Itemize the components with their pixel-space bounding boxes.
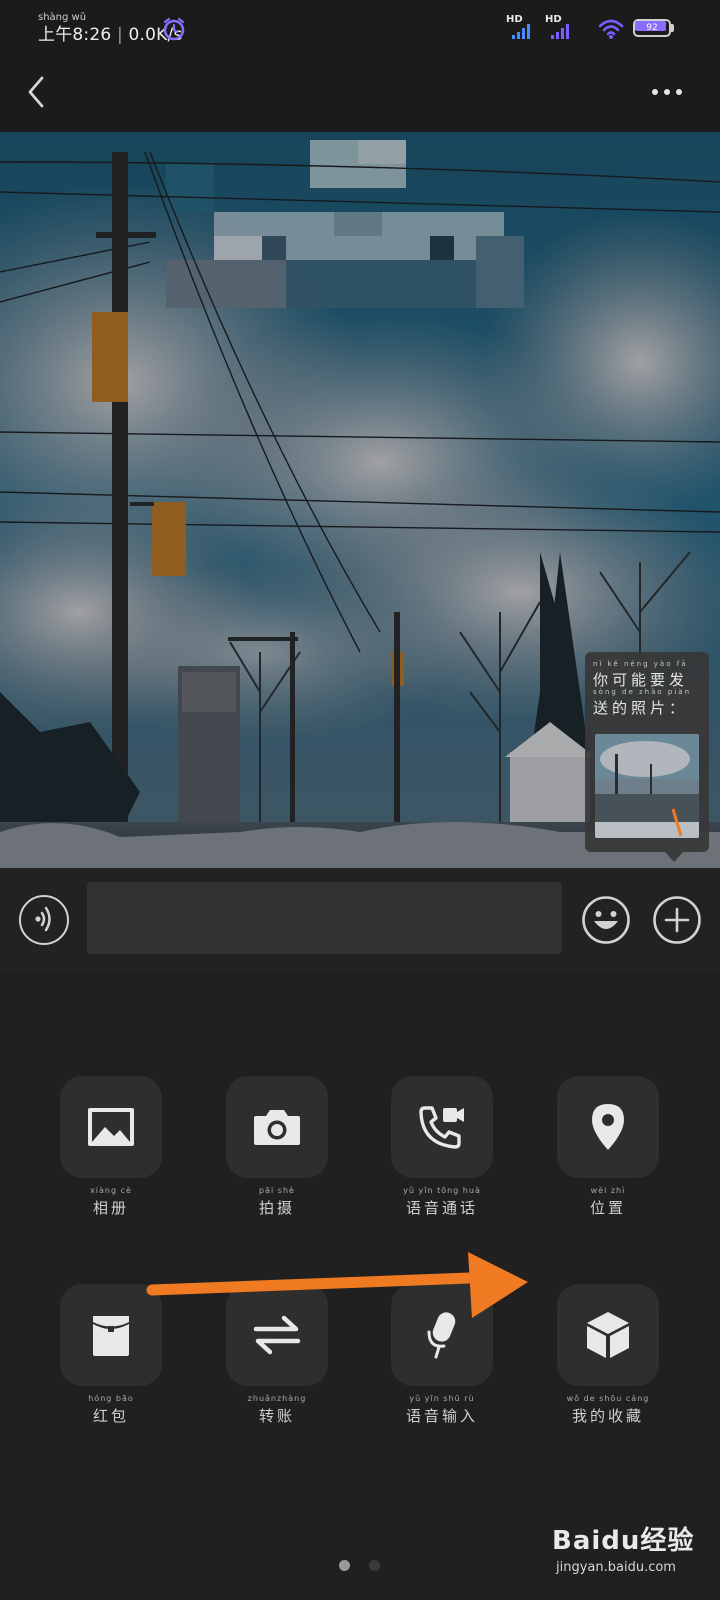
fn-voice-call-pinyin: yǔ yīn tōng huà [403,1186,481,1195]
fn-voice-input-label: 语音输入 [405,1407,478,1425]
emoji-button[interactable] [581,895,631,945]
favorites-tile[interactable] [557,1284,659,1386]
fn-transfer-pinyin: zhuǎnzhàng [247,1394,307,1403]
page-dot [369,1560,380,1571]
voice-icon [35,906,51,932]
fn-voice-input[interactable]: yǔ yīn shū rù 语音输入 [391,1284,493,1425]
chevron-left-icon [28,76,44,108]
fn-favorites[interactable]: wǒ de shōu cáng 我的收藏 [557,1284,659,1425]
alarm-icon [161,16,187,42]
more-horizontal-icon [652,89,682,95]
fn-voice-call-label: 语音通话 [405,1199,478,1217]
image-icon [88,1108,134,1146]
message-text-input[interactable] [87,882,562,954]
function-panel: xiàng cè 相册 pāi shè 拍摄 yǔ yīn tōng huà 语… [0,972,720,1600]
fn-favorites-pinyin: wǒ de shōu cáng [566,1394,650,1403]
album-tile[interactable] [60,1076,162,1178]
location-tile[interactable] [557,1076,659,1178]
favorites-box-icon [587,1312,629,1358]
message-input-bar [0,868,720,972]
fn-voice-input-pinyin: yǔ yīn shū rù [409,1394,475,1403]
voice-button[interactable] [19,895,69,945]
fn-favorites-label: 我的收藏 [571,1407,644,1425]
wifi-icon [598,18,624,40]
camera-icon [254,1110,300,1145]
fn-transfer[interactable]: zhuǎnzhàng 转账 [226,1284,328,1425]
battery-level: 92 [646,23,658,33]
watermark-site: jingyan.baidu.com [556,1560,676,1575]
red-packet-tile[interactable] [60,1284,162,1386]
transfer-icon [253,1315,301,1355]
fn-red-packet[interactable]: hóng bāo 红包 [60,1284,162,1425]
suggested-photo-thumbnail[interactable] [595,734,699,838]
chat-header [0,56,720,132]
fn-album-label: 相册 [92,1199,129,1217]
transfer-tile[interactable] [226,1284,328,1386]
sim2-signal-icon: HD [545,14,573,39]
fn-transfer-label: 转账 [258,1407,295,1425]
suggested-photo-popup[interactable]: nǐ kě néng yào fā 你可能要发 sòng de zhào pià… [585,652,709,862]
fn-location-label: 位置 [589,1199,626,1217]
voice-call-tile[interactable] [391,1076,493,1178]
suggestion-line-2: 送的照片： [593,699,689,717]
microphone-icon [427,1312,456,1359]
fn-album[interactable]: xiàng cè 相册 [60,1076,162,1217]
plus-icon [653,896,701,944]
voice-input-tile[interactable] [391,1284,493,1386]
camera-tile[interactable] [226,1076,328,1178]
fn-red-packet-label: 红包 [92,1407,129,1425]
page-dot-active [339,1560,350,1571]
location-icon [592,1104,624,1150]
baidu-watermark: Baidu经验 jingyan.baidu.com [552,1520,712,1590]
chat-background-photo: nǐ kě néng yào fā 你可能要发 sòng de zhào pià… [0,132,720,868]
fn-voice-call[interactable]: yǔ yīn tōng huà 语音通话 [391,1076,493,1217]
fn-album-pinyin: xiàng cè [90,1186,132,1195]
fn-location[interactable]: wèi zhì 位置 [557,1076,659,1217]
fn-camera-pinyin: pāi shè [259,1186,295,1195]
fn-red-packet-pinyin: hóng bāo [88,1394,134,1403]
video-call-icon [419,1106,464,1149]
fn-camera[interactable]: pāi shè 拍摄 [226,1076,328,1217]
fn-camera-label: 拍摄 [258,1199,295,1217]
page-indicator [339,1560,389,1572]
watermark-brand: Baidu经验 [552,1526,695,1556]
emoji-icon [582,896,630,944]
sim1-signal-icon: HD [506,14,534,39]
red-packet-icon [93,1314,129,1356]
more-button[interactable] [650,82,690,102]
status-bar: shàng wǔ 上午8:26 | 0.0K/s HD HD 92 [0,0,720,56]
battery-icon: 92 [633,19,675,37]
fn-location-pinyin: wèi zhì [590,1186,626,1195]
back-button[interactable] [18,72,58,112]
clock-text: 上午8:26 [38,25,112,45]
more-functions-button[interactable] [652,895,702,945]
